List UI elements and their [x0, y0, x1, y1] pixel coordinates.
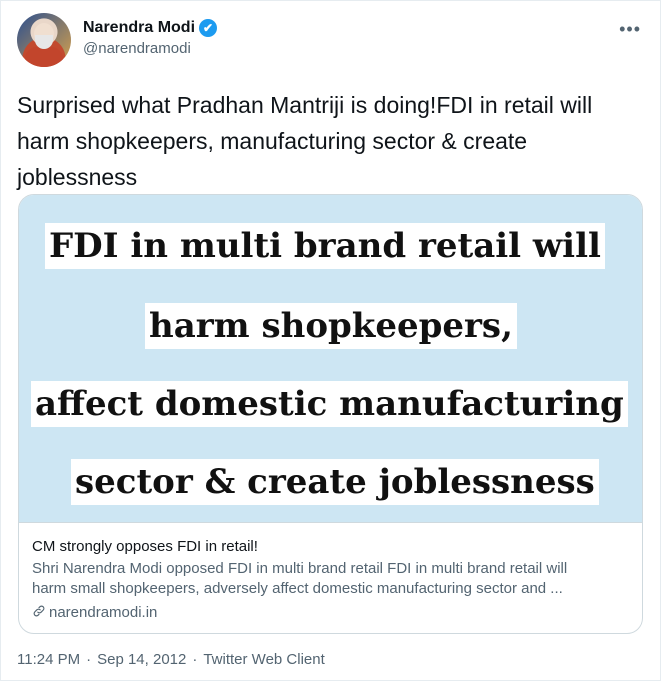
- author-display-name[interactable]: Narendra Modi: [83, 19, 195, 37]
- author-handle[interactable]: @narendramodi: [83, 40, 217, 57]
- meta-separator: ·: [86, 651, 92, 668]
- tweet-time[interactable]: 11:24 PM: [17, 651, 80, 668]
- link-icon: [32, 603, 46, 623]
- card-description: Shri Narendra Modi opposed FDI in multi …: [32, 559, 629, 599]
- card-title: CM strongly opposes FDI in retail!: [32, 538, 258, 555]
- author-name-row: Narendra Modi ✔: [83, 19, 218, 37]
- card-description-line: harm small shopkeepers, adversely affect…: [32, 580, 563, 597]
- card-image-text-line: sector & create joblessness: [71, 459, 599, 505]
- avatar[interactable]: [17, 13, 71, 67]
- card-image-text-line: affect domestic manufacturing: [31, 381, 628, 427]
- tweet-text-line: Surprised what Pradhan Mantriji is doing…: [17, 92, 593, 118]
- card-domain[interactable]: narendramodi.in: [32, 603, 629, 623]
- link-preview-card[interactable]: FDI in multi brand retail will harm shop…: [18, 194, 643, 634]
- tweet-meta: 11:24 PM · Sep 14, 2012 · Twitter Web Cl…: [17, 651, 325, 668]
- author-info: Narendra Modi ✔ @narendramodi: [83, 19, 218, 57]
- tweet-text: Surprised what Pradhan Mantriji is doing…: [17, 87, 642, 195]
- meta-separator: ·: [192, 651, 198, 668]
- tweet-date[interactable]: Sep 14, 2012: [97, 651, 186, 668]
- more-options-icon[interactable]: •••: [619, 19, 641, 40]
- card-image[interactable]: FDI in multi brand retail will harm shop…: [19, 195, 642, 522]
- card-description-line: Shri Narendra Modi opposed FDI in multi …: [32, 560, 568, 577]
- avatar-body-shape: [25, 47, 63, 67]
- link-icon-svg: [33, 605, 45, 617]
- tweet-client[interactable]: Twitter Web Client: [203, 651, 324, 668]
- card-meta[interactable]: CM strongly opposes FDI in retail! Shri …: [19, 522, 642, 633]
- tweet-header: Narendra Modi ✔ @narendramodi •••: [17, 13, 647, 67]
- card-domain-text: narendramodi.in: [49, 604, 158, 621]
- tweet-container: Narendra Modi ✔ @narendramodi ••• Surpri…: [0, 0, 661, 681]
- tweet-text-line: joblessness: [17, 164, 138, 190]
- tweet-text-line: harm shopkeepers, manufacturing sector &…: [17, 128, 528, 154]
- verified-badge-icon: ✔: [199, 19, 218, 37]
- card-image-text-line: harm shopkeepers,: [145, 303, 517, 349]
- card-image-text-line: FDI in multi brand retail will: [45, 223, 605, 269]
